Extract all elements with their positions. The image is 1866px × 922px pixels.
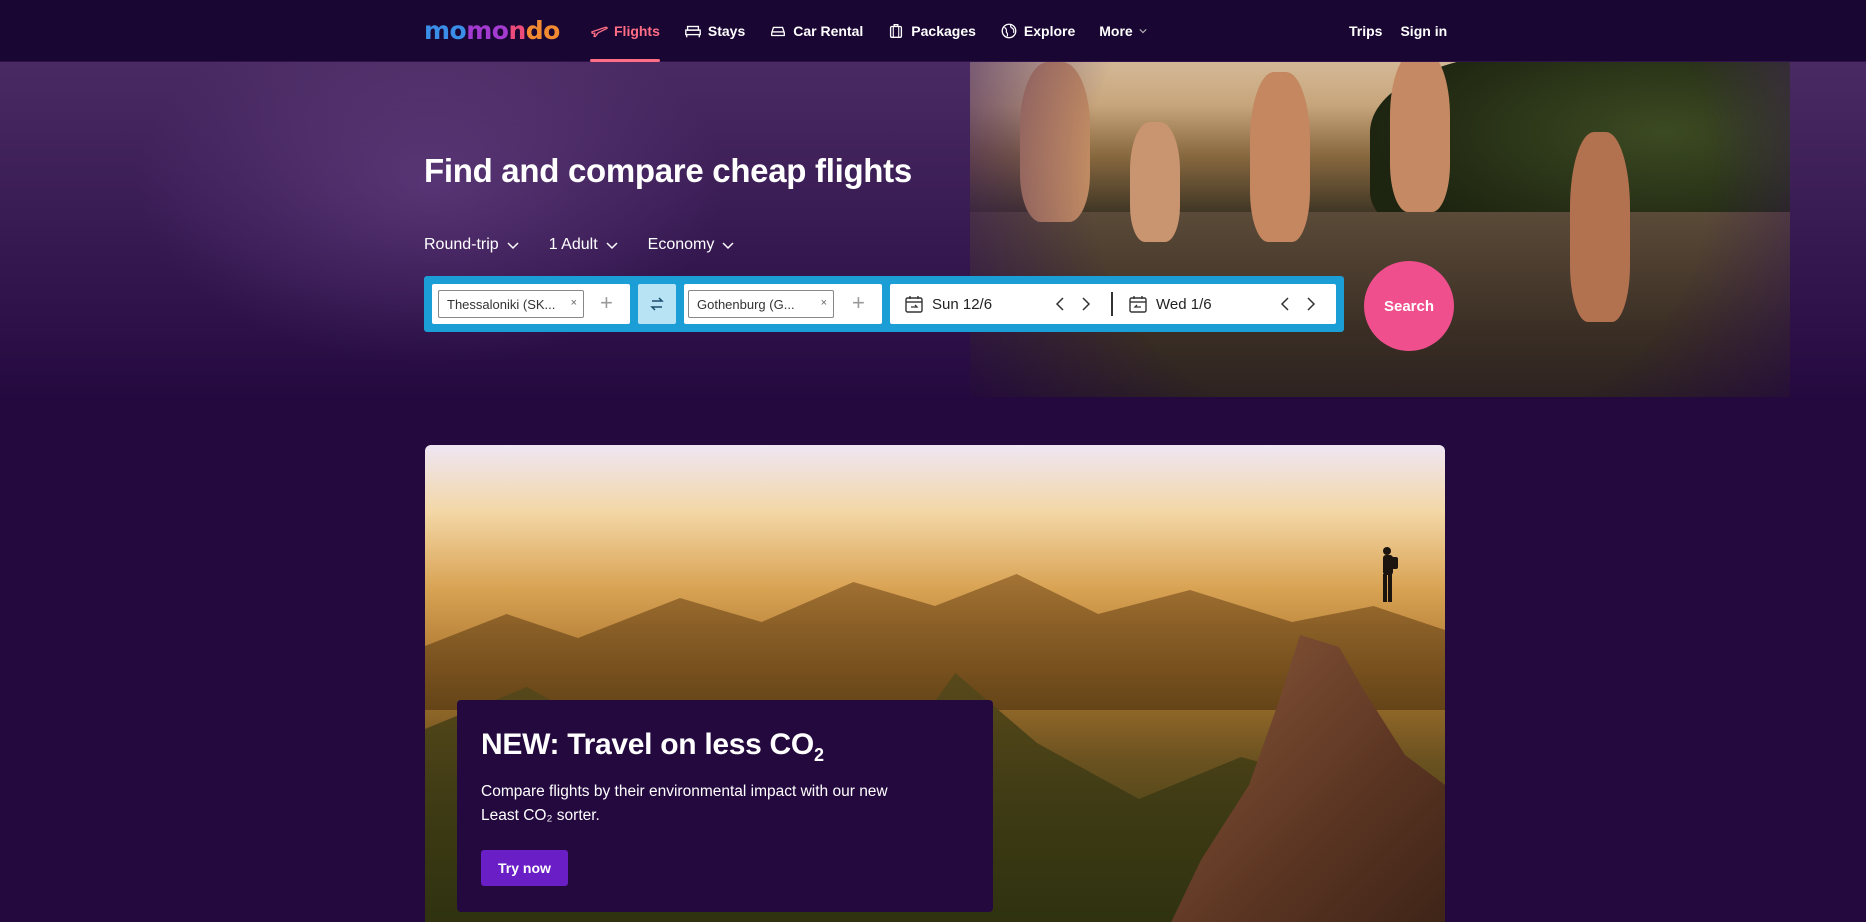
plane-icon xyxy=(591,26,608,38)
add-destination-icon[interactable]: + xyxy=(852,292,865,314)
promo-description-line: Compare flights by their environmental i… xyxy=(481,783,888,800)
suitcase-icon xyxy=(890,24,903,38)
return-prev-day-button[interactable] xyxy=(1275,294,1295,314)
nav-explore-label: Explore xyxy=(1023,23,1076,39)
destination-field[interactable]: Gothenburg (G... × + xyxy=(684,284,882,324)
trip-options: Round-trip 1 Adult Economy xyxy=(424,236,734,254)
main-nav: Flights Stays Car Rental Packages Explor… xyxy=(590,0,1171,62)
logo-part: n xyxy=(508,16,526,45)
chevron-down-icon xyxy=(1139,29,1147,34)
calendar-return-icon xyxy=(1129,296,1147,313)
add-origin-icon[interactable]: + xyxy=(600,292,613,314)
return-date-field[interactable]: Wed 1/6 xyxy=(1128,284,1212,324)
destination-chip[interactable]: Gothenburg (G... × xyxy=(688,290,834,318)
chevron-right-icon xyxy=(1082,297,1091,311)
nav-car-rental-label: Car Rental xyxy=(793,23,864,39)
travelers-dropdown[interactable]: 1 Adult xyxy=(549,236,618,254)
logo-part: mo xyxy=(424,16,467,45)
depart-date-field[interactable]: Sun 12/6 xyxy=(904,284,992,324)
nav-more-label: More xyxy=(1099,23,1133,39)
nav-packages-label: Packages xyxy=(911,23,976,39)
nav-car-rental[interactable]: Car Rental xyxy=(769,0,863,62)
hiker-silhouette xyxy=(1383,547,1398,602)
momondo-logo[interactable]: momondo xyxy=(424,14,560,48)
swap-arrows-icon xyxy=(650,297,664,311)
bed-icon xyxy=(685,25,701,38)
chevron-left-icon xyxy=(1055,297,1064,311)
nav-flights-label: Flights xyxy=(614,23,660,39)
date-divider xyxy=(1111,292,1113,316)
logo-part: mo xyxy=(466,16,509,45)
origin-chip[interactable]: Thessaloniki (SK... × xyxy=(438,290,584,318)
calendar-depart-icon xyxy=(905,296,923,313)
flight-search-bar: Thessaloniki (SK... × + Gothenburg (G...… xyxy=(424,276,1344,332)
promo-title-subscript: 2 xyxy=(813,745,824,765)
hero-person xyxy=(1020,62,1090,222)
chevron-down-icon xyxy=(507,242,519,250)
hero-section: Find and compare cheap flights Round-tri… xyxy=(0,62,1866,397)
chevron-down-icon xyxy=(722,242,734,250)
page-title: Find and compare cheap flights xyxy=(424,152,912,189)
depart-prev-day-button[interactable] xyxy=(1050,294,1070,314)
try-now-button[interactable]: Try now xyxy=(481,850,568,886)
promo-title-text: NEW: Travel on less CO xyxy=(481,728,814,761)
origin-value: Thessaloniki (SK... xyxy=(447,296,556,312)
hero-person xyxy=(1250,72,1310,242)
depart-date-value: Sun 12/6 xyxy=(932,295,993,313)
nav-stays[interactable]: Stays xyxy=(684,0,745,62)
nav-more[interactable]: More xyxy=(1099,0,1147,62)
nav-packages[interactable]: Packages xyxy=(887,0,976,62)
return-next-day-button[interactable] xyxy=(1301,294,1321,314)
nav-account: Trips Sign in xyxy=(1349,0,1447,62)
sign-in-link[interactable]: Sign in xyxy=(1400,23,1447,39)
nav-stays-label: Stays xyxy=(707,23,746,39)
hero-person xyxy=(1570,132,1630,322)
promo-description: Compare flights by their environmental i… xyxy=(481,780,941,828)
promo-title: NEW: Travel on less CO2 xyxy=(481,728,969,766)
promo-card: NEW: Travel on less CO2 Compare flights … xyxy=(457,700,993,912)
nav-flights[interactable]: Flights xyxy=(590,0,660,62)
hero-person xyxy=(1390,62,1450,212)
cabin-class-label: Economy xyxy=(647,236,715,253)
trip-type-dropdown[interactable]: Round-trip xyxy=(424,236,519,254)
search-button[interactable]: Search xyxy=(1364,261,1454,351)
co2-promo-banner: NEW: Travel on less CO2 Compare flights … xyxy=(425,445,1445,922)
remove-destination-icon[interactable]: × xyxy=(821,297,827,309)
hero-image xyxy=(970,62,1790,397)
return-date-value: Wed 1/6 xyxy=(1156,295,1212,313)
destination-value: Gothenburg (G... xyxy=(697,296,795,312)
globe-icon xyxy=(1001,23,1017,39)
origin-field[interactable]: Thessaloniki (SK... × + xyxy=(432,284,630,324)
trip-type-label: Round-trip xyxy=(424,236,499,253)
trips-link[interactable]: Trips xyxy=(1349,23,1382,39)
promo-description-line: Least CO₂ sorter. xyxy=(481,807,600,824)
depart-next-day-button[interactable] xyxy=(1076,294,1096,314)
swap-button[interactable] xyxy=(638,284,676,324)
cabin-class-dropdown[interactable]: Economy xyxy=(648,236,735,254)
chevron-left-icon xyxy=(1280,297,1289,311)
logo-part: do xyxy=(525,16,561,45)
top-navigation: momondo Flights Stays Car Rental Package… xyxy=(0,0,1866,62)
car-icon xyxy=(771,26,786,37)
hero-person xyxy=(1130,122,1180,242)
nav-explore[interactable]: Explore xyxy=(1000,0,1075,62)
chevron-down-icon xyxy=(606,242,618,250)
remove-origin-icon[interactable]: × xyxy=(571,297,577,309)
chevron-right-icon xyxy=(1307,297,1316,311)
travelers-label: 1 Adult xyxy=(548,236,598,253)
date-range-field: Sun 12/6 Wed 1/6 xyxy=(890,284,1336,324)
